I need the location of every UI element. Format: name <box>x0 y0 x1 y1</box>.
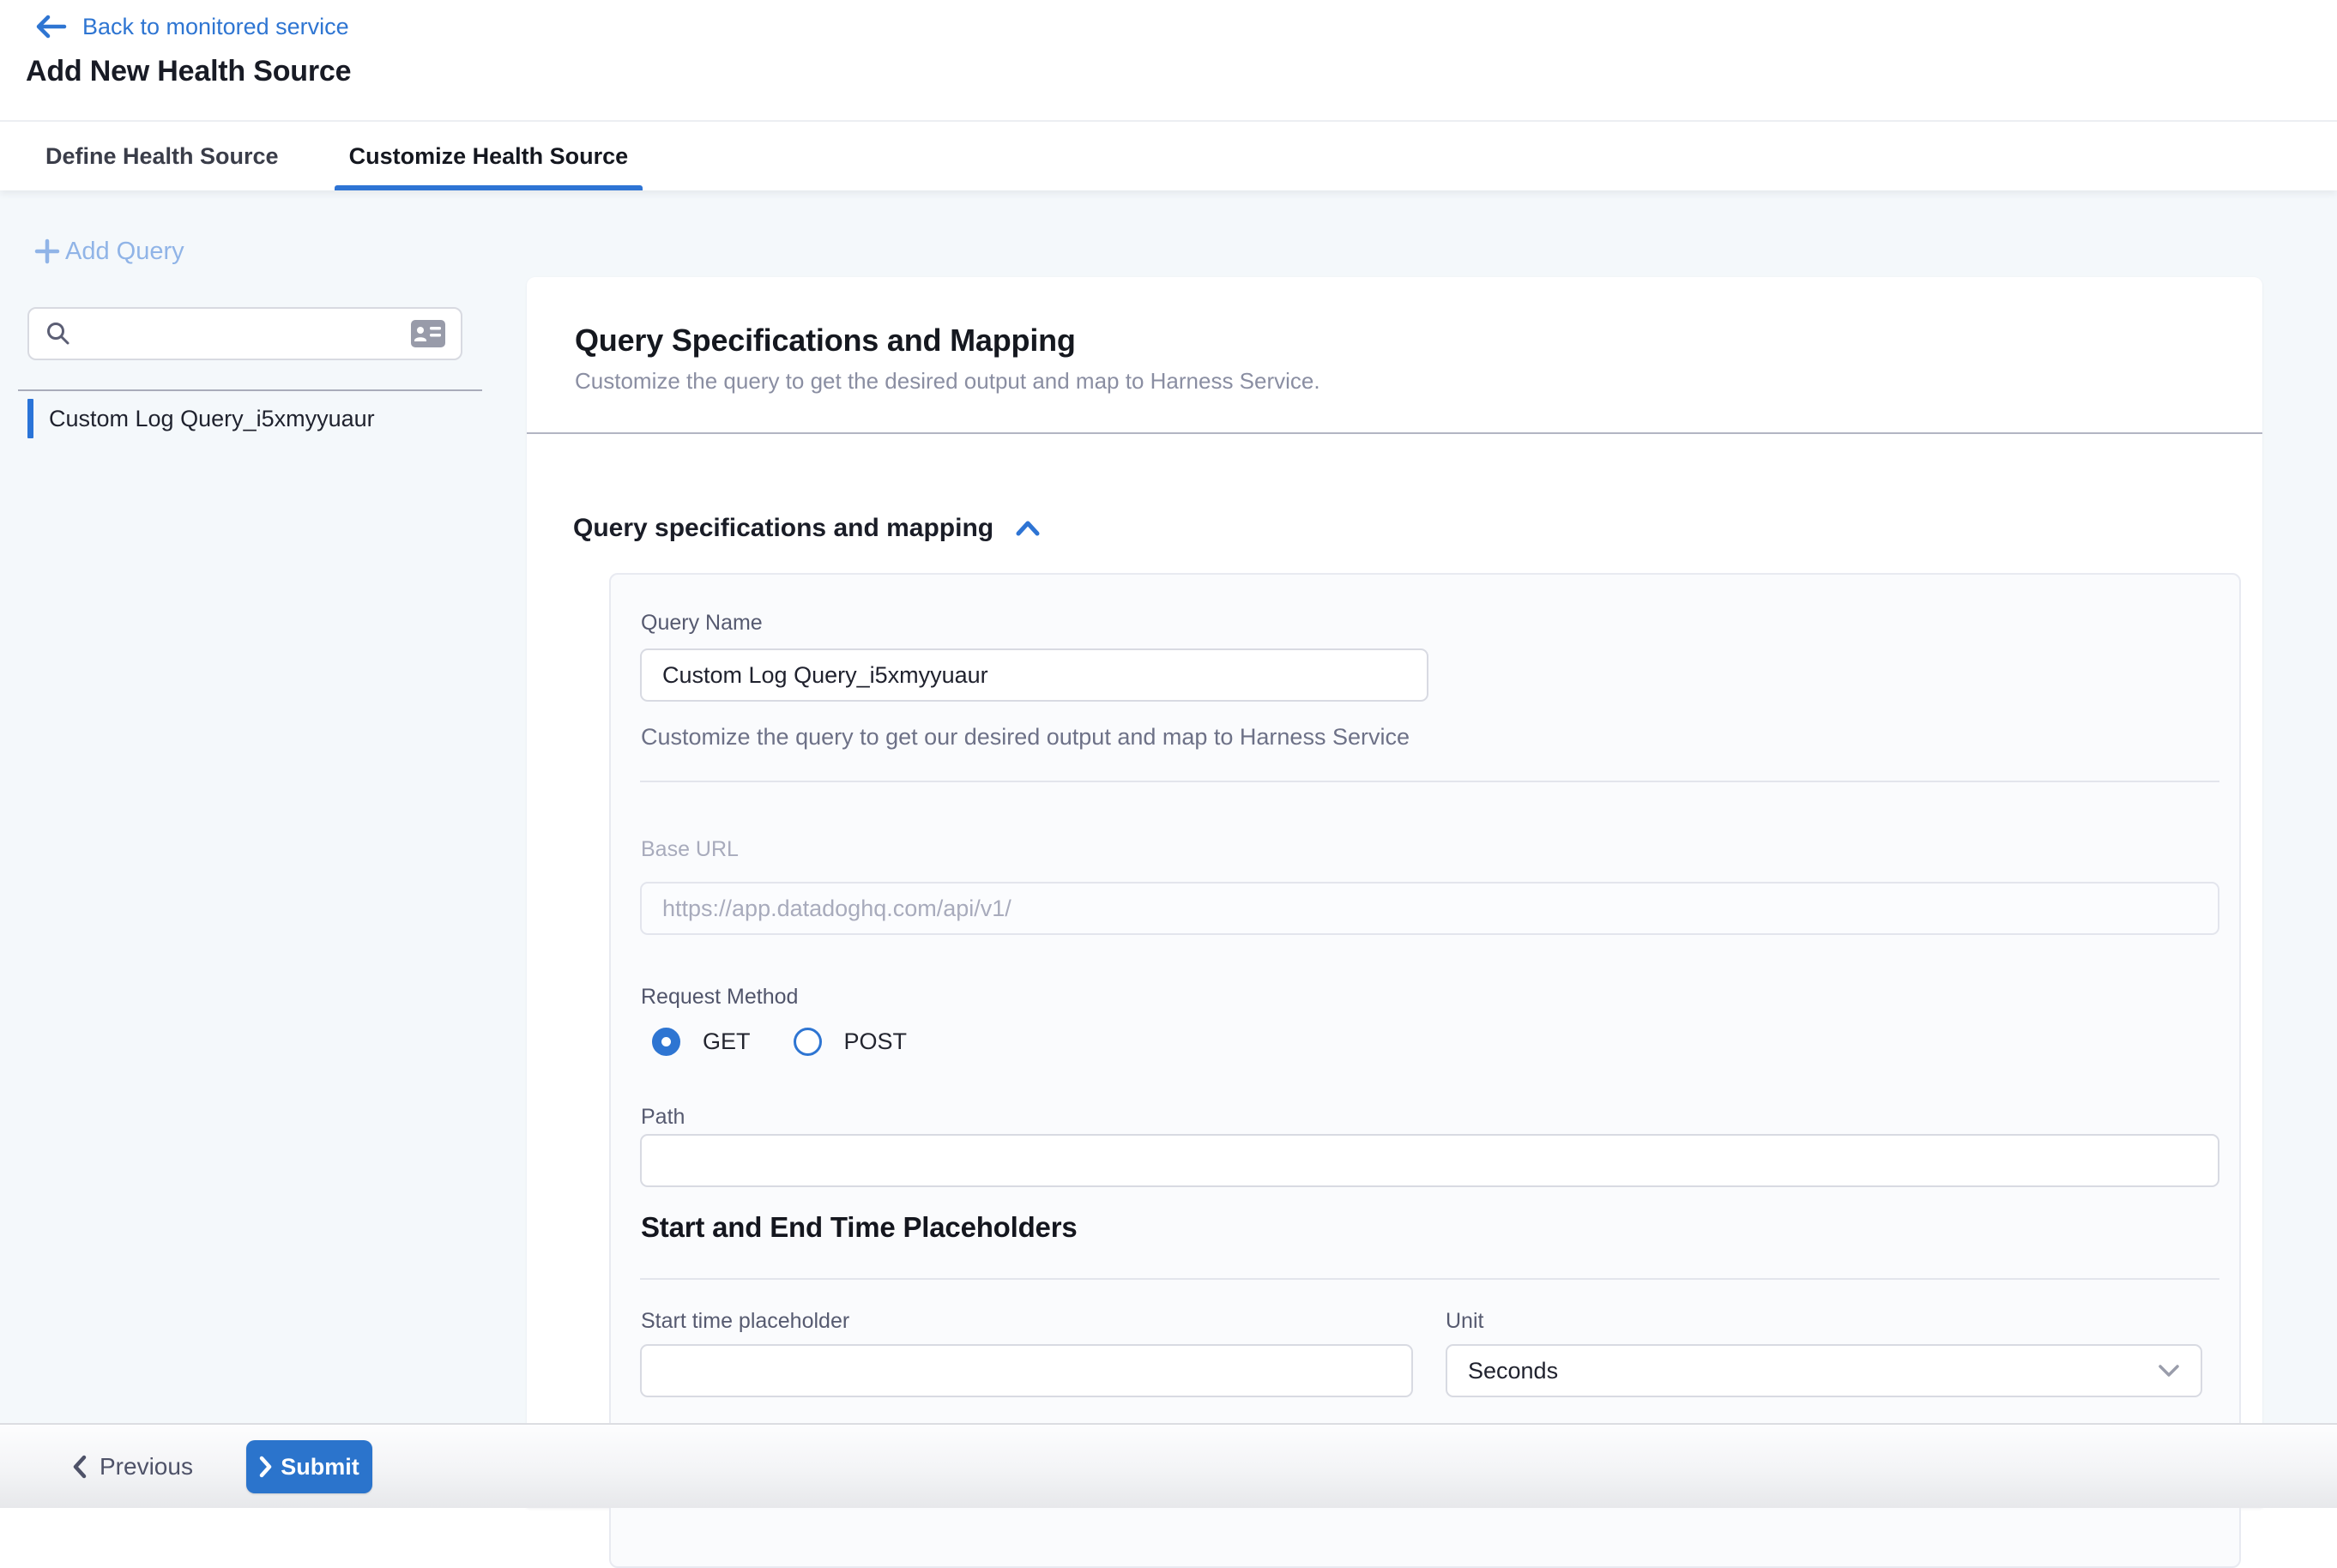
unit-select-value: Seconds <box>1468 1358 1558 1384</box>
panel-subtitle: Customize the query to get the desired o… <box>575 366 1320 395</box>
query-list-item[interactable]: Custom Log Query_i5xmyyuaur <box>27 399 491 438</box>
page-header: Back to monitored service Add New Health… <box>0 0 2337 122</box>
chevron-right-icon <box>259 1456 272 1478</box>
form-divider-2 <box>640 1278 2219 1280</box>
selected-indicator <box>27 399 33 438</box>
start-time-input[interactable] <box>640 1344 1413 1397</box>
back-link-label: Back to monitored service <box>82 10 349 43</box>
path-input[interactable] <box>640 1134 2219 1187</box>
previous-button-label: Previous <box>100 1453 193 1481</box>
query-form-card: Query Name Customize the query to get ou… <box>609 573 2241 1568</box>
card-view-icon[interactable] <box>411 320 445 347</box>
radio-get-label: GET <box>703 1028 751 1055</box>
query-sidebar: Add Query Custom Log Qu <box>0 190 527 1508</box>
base-url-input[interactable] <box>640 882 2219 935</box>
submit-button-label: Submit <box>281 1454 359 1481</box>
add-query-label: Add Query <box>65 238 184 266</box>
radio-get[interactable] <box>652 1028 680 1056</box>
path-label: Path <box>641 1105 685 1130</box>
time-placeholders-heading: Start and End Time Placeholders <box>641 1211 1078 1244</box>
tab-bar: Define Health Source Customize Health So… <box>0 122 2337 190</box>
page-title: Add New Health Source <box>26 53 351 89</box>
unit-label: Unit <box>1446 1309 1483 1334</box>
request-method-group: GET POST <box>652 1028 927 1056</box>
panel-title: Query Specifications and Mapping <box>575 322 1076 359</box>
radio-post-label: POST <box>844 1028 908 1055</box>
content-area: Add Query Custom Log Qu <box>0 190 2337 1508</box>
chevron-left-icon <box>72 1454 88 1480</box>
page: Back to monitored service Add New Health… <box>0 0 2337 1508</box>
sidebar-divider <box>18 389 482 391</box>
unit-select[interactable]: Seconds <box>1446 1344 2202 1397</box>
query-search <box>27 307 462 360</box>
search-input[interactable] <box>84 320 399 348</box>
panel-divider <box>527 432 2262 434</box>
query-name-input[interactable] <box>640 648 1428 702</box>
previous-button[interactable]: Previous <box>72 1425 193 1508</box>
chevron-up-icon <box>1014 519 1042 538</box>
base-url-label: Base URL <box>641 837 739 862</box>
tab-define-health-source[interactable]: Define Health Source <box>31 122 293 190</box>
footer-bar: Previous Submit <box>0 1423 2337 1508</box>
request-method-label: Request Method <box>641 985 798 1010</box>
tab-customize-health-source[interactable]: Customize Health Source <box>335 122 643 190</box>
search-icon <box>45 320 72 347</box>
query-item-label: Custom Log Query_i5xmyyuaur <box>49 406 375 432</box>
add-query-button[interactable]: Add Query <box>33 237 184 266</box>
submit-button[interactable]: Submit <box>246 1440 372 1493</box>
radio-post[interactable] <box>794 1028 822 1056</box>
start-time-label: Start time placeholder <box>641 1309 849 1334</box>
query-name-label: Query Name <box>641 611 763 636</box>
section-toggle[interactable]: Query specifications and mapping <box>573 514 1042 543</box>
chevron-down-icon <box>2156 1362 2182 1379</box>
plus-icon <box>33 237 62 266</box>
section-toggle-label: Query specifications and mapping <box>573 514 993 543</box>
query-panel: Query Specifications and Mapping Customi… <box>527 277 2262 1508</box>
arrow-left-icon <box>34 13 67 40</box>
form-divider <box>640 781 2219 782</box>
query-name-helper: Customize the query to get our desired o… <box>641 724 1410 751</box>
back-link[interactable]: Back to monitored service <box>34 10 349 43</box>
